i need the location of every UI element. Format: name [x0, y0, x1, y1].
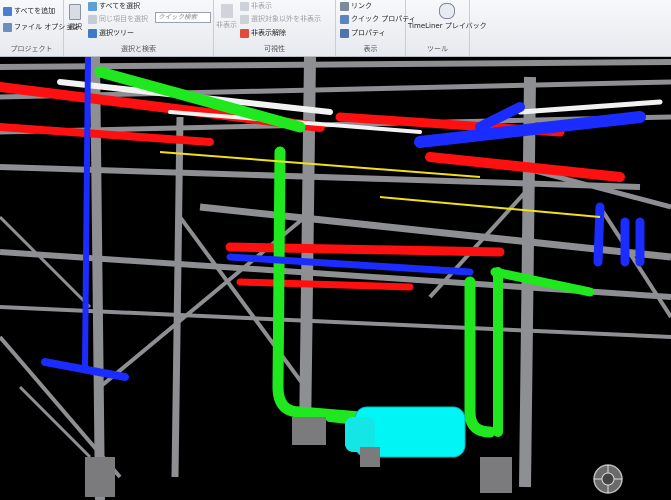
hide-icon [220, 4, 233, 18]
select-all-button[interactable]: すべてを選択 [88, 1, 140, 11]
navigation-wheel-icon[interactable] [592, 463, 624, 495]
properties-icon [340, 28, 349, 38]
selection-tree-button[interactable]: 選択ツリー [88, 28, 134, 38]
hide-unselected-button[interactable]: 選択対象以外を非表示 [240, 14, 321, 24]
tree-icon [88, 28, 97, 38]
hide-small-button[interactable]: 非表示 [240, 1, 272, 11]
cursor-icon [69, 4, 81, 20]
append-all-button[interactable]: すべてを追加 [3, 6, 55, 16]
select-same-button[interactable]: 同じ項目を選択 [88, 14, 148, 24]
link-icon [340, 1, 349, 11]
clock-icon [439, 3, 456, 19]
group-label-select: 選択と検索 [121, 45, 156, 53]
group-label-tools: ツール [427, 45, 448, 53]
timeliner-playback-button[interactable]: TimeLiner プレイバック [408, 3, 487, 31]
hide-small-icon [240, 1, 249, 11]
properties-button[interactable]: プロパティ [340, 28, 386, 38]
append-icon [3, 6, 12, 16]
group-project: すべてを追加 ファイル オプション プロジェクト [0, 0, 79, 56]
group-label-project: プロジェクト [10, 45, 53, 53]
quick-search-input[interactable]: クイック検索 [155, 12, 211, 23]
unhide-button[interactable]: 非表示解除 [240, 28, 286, 38]
hide-button[interactable]: 非表示 [216, 4, 237, 30]
group-select-search: 選択 すべてを選択 同じ項目を選択 選択ツリー クイック検索 選択と検索 [64, 0, 214, 56]
group-label-display: 表示 [363, 45, 378, 53]
file-options-icon [3, 22, 12, 32]
hide-unselected-icon [240, 14, 249, 24]
select-all-icon [88, 1, 97, 11]
group-visibility: 非表示 非表示 選択対象以外を非表示 非表示解除 可視性 [214, 0, 336, 56]
select-button[interactable]: 選択 [68, 4, 82, 32]
group-label-visibility: 可視性 [264, 45, 285, 53]
3d-viewport[interactable] [0, 57, 671, 500]
select-same-icon [88, 14, 97, 24]
quick-properties-icon [340, 14, 349, 24]
ribbon-toolbar: すべてを追加 ファイル オプション プロジェクト 選択 すべてを選択 同じ項目を… [0, 0, 671, 57]
links-button[interactable]: リンク [340, 1, 372, 11]
group-tools: TimeLiner プレイバック ツール [406, 0, 487, 56]
group-display: リンク クイック プロパティ プロパティ 表示 [336, 0, 416, 56]
unhide-icon [240, 28, 249, 38]
quick-properties-button[interactable]: クイック プロパティ [340, 14, 416, 24]
